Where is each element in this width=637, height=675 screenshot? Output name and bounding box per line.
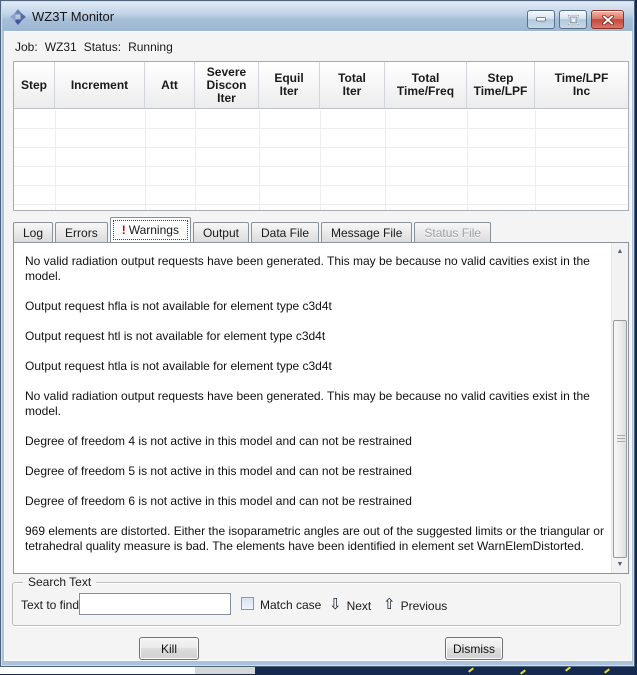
- column-header-step-time-lpf: Step Time/LPF: [467, 62, 535, 108]
- column-header-total-time-freq: Total Time/Freq: [385, 62, 467, 108]
- search-text-group: Search Text Text to find: Match case ⇩ N…: [12, 575, 621, 626]
- warning-message: Output request htla is not available for…: [25, 359, 332, 373]
- scrollbar-grip-icon: [617, 435, 625, 443]
- iterations-table: Step Increment Att Severe Discon Iter Eq…: [13, 61, 629, 211]
- scrollbar-thumb[interactable]: [613, 320, 627, 558]
- viewport-speck: [604, 668, 610, 674]
- dialog-client-area: Job: WZ31 Status: Running Step Increment At…: [4, 31, 632, 661]
- next-button[interactable]: ⇩ Next: [329, 594, 371, 614]
- viewport-speck: [468, 667, 474, 673]
- tab-message-file[interactable]: Message File: [321, 222, 413, 243]
- column-header-increment: Increment: [55, 62, 145, 108]
- column-header-step: Step: [14, 62, 55, 108]
- column-header-severe-discon-iter: Severe Discon Iter: [195, 62, 259, 108]
- maximize-icon: [567, 14, 579, 25]
- warning-message: Degree of freedom 6 is not active in thi…: [25, 494, 412, 508]
- scrollbar-down-button[interactable]: ▼: [612, 556, 628, 573]
- kill-button[interactable]: Kill: [139, 637, 199, 660]
- match-case-checkbox[interactable]: [241, 597, 254, 610]
- status-value: Running: [128, 40, 173, 54]
- dismiss-button[interactable]: Dismiss: [445, 637, 503, 660]
- previous-label: Previous: [400, 598, 448, 613]
- tab-warnings[interactable]: ! Warnings: [109, 217, 191, 243]
- next-label: Next: [346, 598, 372, 613]
- desktop-background-gray: [195, 667, 255, 674]
- tab-bar: Log Errors ! Warnings Output Data File Me…: [13, 217, 493, 243]
- warnings-panel: No valid radiation output requests have …: [13, 242, 629, 574]
- titlebar[interactable]: WZ3T Monitor: [2, 2, 633, 31]
- desktop-background-white: [0, 667, 195, 674]
- column-header-att: Att: [145, 62, 195, 108]
- warning-message: Output request hfla is not available for…: [25, 299, 332, 313]
- monitor-dialog: WZ3T Monitor Job: WZ31 Status: Running S…: [0, 0, 635, 667]
- tab-errors[interactable]: Errors: [55, 222, 108, 243]
- warning-message: Output request htl is not available for …: [25, 329, 326, 343]
- warning-message: 969 elements are distorted. Either the i…: [25, 524, 604, 553]
- viewport-speck: [565, 666, 571, 672]
- warning-message: No valid radiation output requests have …: [25, 254, 590, 283]
- column-header-equil-iter: Equil Iter: [259, 62, 320, 108]
- maximize-button[interactable]: [559, 10, 587, 29]
- table-body-grid: [14, 110, 628, 210]
- warning-message: Degree of freedom 5 is not active in thi…: [25, 464, 412, 478]
- text-to-find-input[interactable]: [79, 593, 231, 615]
- job-status-line: Job: WZ31 Status: Running: [15, 40, 180, 54]
- vertical-scrollbar[interactable]: ▲ ▼: [611, 243, 628, 573]
- table-header-row: Step Increment Att Severe Discon Iter Eq…: [14, 62, 628, 109]
- scrollbar-up-button[interactable]: ▲: [612, 243, 628, 260]
- column-header-total-iter: Total Iter: [320, 62, 385, 108]
- tab-log[interactable]: Log: [13, 222, 54, 243]
- down-arrow-icon: ⇩: [329, 595, 342, 613]
- close-button[interactable]: [591, 10, 624, 29]
- tab-data-file[interactable]: Data File: [250, 222, 320, 243]
- text-to-find-label: Text to find:: [21, 598, 83, 612]
- warning-message: Degree of freedom 4 is not active in thi…: [25, 434, 412, 448]
- window-title: WZ3T Monitor: [32, 9, 115, 24]
- close-icon: [601, 14, 614, 25]
- column-header-time-lpf-inc: Time/LPF Inc: [554, 71, 609, 98]
- previous-button[interactable]: ⇧ Previous: [383, 594, 447, 614]
- search-group-label: Search Text: [23, 575, 97, 589]
- minimize-icon: [536, 17, 546, 22]
- minimize-button[interactable]: [527, 10, 555, 29]
- status-label: Status:: [83, 40, 122, 54]
- up-arrow-icon: ⇧: [383, 595, 396, 613]
- warning-message: No valid radiation output requests have …: [25, 389, 590, 418]
- tab-output[interactable]: Output: [192, 222, 249, 243]
- warning-exclamation-icon: !: [121, 223, 126, 237]
- match-case-label[interactable]: Match case: [260, 598, 321, 612]
- job-name: WZ31: [44, 40, 77, 54]
- warning-message-list: No valid radiation output requests have …: [14, 243, 611, 573]
- tab-status-file: Status File: [414, 222, 492, 243]
- abaqus-compass-icon: [10, 8, 26, 25]
- job-label: Job:: [15, 40, 38, 54]
